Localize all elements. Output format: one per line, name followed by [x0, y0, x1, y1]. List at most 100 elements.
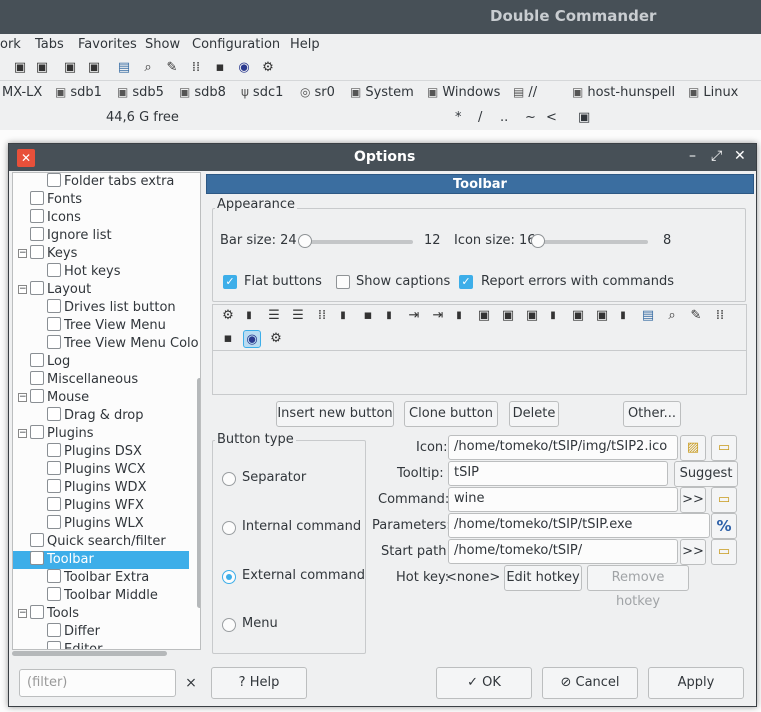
- archive-icon[interactable]: ▣: [569, 307, 587, 325]
- edit-hotkey-button[interactable]: Edit hotkey: [504, 565, 582, 591]
- tree-item[interactable]: Toolbar: [13, 551, 189, 569]
- copy-icon[interactable]: ▪: [359, 307, 377, 325]
- nav-home[interactable]: ~: [525, 110, 536, 125]
- tree-item[interactable]: Fonts: [30, 191, 82, 209]
- radio-menu[interactable]: [222, 618, 236, 632]
- edit-icon[interactable]: ✎: [687, 307, 705, 325]
- archive-icon[interactable]: ▣: [499, 307, 517, 325]
- tree-item[interactable]: Differ: [47, 623, 100, 641]
- tree-item[interactable]: Hot keys: [47, 263, 121, 281]
- gear-icon[interactable]: ⚙: [219, 307, 237, 325]
- tree-expander[interactable]: −: [18, 285, 27, 294]
- tree-item[interactable]: Tools: [30, 605, 79, 623]
- menu-item[interactable]: ork: [0, 37, 21, 52]
- nav-up[interactable]: ..: [500, 110, 508, 125]
- sync-icon[interactable]: ▤: [116, 60, 132, 76]
- drive-button[interactable]: ▣ host-hunspell: [572, 85, 675, 100]
- tree-expander[interactable]: −: [18, 393, 27, 402]
- move-icon[interactable]: ⇥: [405, 307, 423, 325]
- nav-back[interactable]: <: [546, 110, 557, 125]
- drive-button[interactable]: ▣ sdb5: [117, 85, 164, 100]
- open-folder-icon[interactable]: ▭: [711, 539, 737, 565]
- drive-icon[interactable]: ▣: [578, 110, 590, 125]
- tree-item[interactable]: Ignore list: [30, 227, 112, 245]
- separator-icon[interactable]: ▮: [243, 307, 255, 325]
- grid-icon[interactable]: ⁞⁞: [188, 60, 204, 76]
- separator-icon[interactable]: ▮: [337, 307, 349, 325]
- open-folder-icon[interactable]: ▭: [711, 435, 737, 461]
- radio-external-command[interactable]: [222, 570, 236, 584]
- other-button[interactable]: Other...: [623, 401, 681, 427]
- grid-icon[interactable]: ⁞⁞: [711, 307, 729, 325]
- minimize-icon[interactable]: –: [689, 148, 696, 164]
- show-captions-checkbox[interactable]: [336, 275, 350, 289]
- list-icon[interactable]: ☰: [289, 307, 307, 325]
- menu-item[interactable]: Show: [145, 37, 180, 52]
- tree-item[interactable]: Layout: [30, 281, 91, 299]
- drive-button[interactable]: ▤//: [513, 85, 537, 100]
- drive-button[interactable]: ▣ System: [350, 85, 414, 100]
- archive-icon[interactable]: ▣: [523, 307, 541, 325]
- drive-button[interactable]: ◎ sr0: [300, 85, 335, 100]
- drive-button[interactable]: MX-LX: [2, 85, 42, 100]
- close-icon[interactable]: ✕: [734, 148, 746, 164]
- icon-size-slider[interactable]: [538, 240, 648, 244]
- drive-button[interactable]: ψ sdc1: [241, 85, 283, 100]
- open-folder-icon[interactable]: ▭: [711, 487, 737, 513]
- clear-filter-icon[interactable]: ⨯: [180, 669, 202, 697]
- tree-item[interactable]: Plugins WCX: [47, 461, 146, 479]
- edit-icon[interactable]: ✎: [164, 60, 180, 76]
- filter-input[interactable]: (filter): [19, 669, 176, 697]
- nav-root[interactable]: *: [455, 110, 462, 125]
- apply-button[interactable]: Apply: [648, 667, 744, 699]
- tree-item[interactable]: Keys: [30, 245, 77, 263]
- nav-slash[interactable]: /: [478, 110, 482, 125]
- parameters-input[interactable]: /home/tomeko/tSIP/tSIP.exe: [448, 513, 710, 538]
- menu-item[interactable]: Help: [290, 37, 320, 52]
- tree-vscroll[interactable]: [197, 173, 200, 649]
- bar-size-slider[interactable]: [303, 240, 413, 244]
- bar-size-knob[interactable]: [298, 234, 312, 248]
- radio-separator[interactable]: [222, 472, 236, 486]
- ok-button[interactable]: ✓ OK: [436, 667, 532, 699]
- gear-icon[interactable]: ⚙: [260, 60, 276, 76]
- tree-item[interactable]: Mouse: [30, 389, 89, 407]
- archive-icon[interactable]: ▣: [34, 60, 50, 76]
- copy-icon[interactable]: ▪: [212, 60, 228, 76]
- radio-internal-command[interactable]: [222, 521, 236, 535]
- sync-icon[interactable]: ▤: [639, 307, 657, 325]
- menu-item[interactable]: Configuration: [192, 37, 280, 52]
- menu-item[interactable]: Tabs: [35, 37, 64, 52]
- archive-icon[interactable]: ▣: [593, 307, 611, 325]
- drive-button[interactable]: ▣ sdb8: [179, 85, 226, 100]
- copy-icon[interactable]: ▪: [219, 330, 237, 348]
- tree-item[interactable]: Icons: [30, 209, 81, 227]
- tree-item[interactable]: Drag & drop: [47, 407, 144, 425]
- tree-item[interactable]: Toolbar Extra: [47, 569, 149, 587]
- drive-button[interactable]: ▣ Linux: [688, 85, 738, 100]
- list-icon[interactable]: ☰: [265, 307, 283, 325]
- tree-item[interactable]: Folder tabs extra: [47, 173, 174, 191]
- help-button[interactable]: ? Help: [211, 667, 307, 699]
- command-input[interactable]: wine: [448, 487, 678, 512]
- tree-item[interactable]: Drives list button: [47, 299, 176, 317]
- remove-hotkey-button[interactable]: Remove hotkey: [587, 565, 689, 609]
- gear-icon[interactable]: ⚙: [267, 330, 285, 348]
- separator-icon[interactable]: ▮: [617, 307, 629, 325]
- start-path-input[interactable]: /home/tomeko/tSIP/: [448, 539, 678, 564]
- tree-item[interactable]: Editor: [47, 641, 102, 649]
- drive-button[interactable]: ▣ Windows: [427, 85, 500, 100]
- archive-icon[interactable]: ▣: [62, 60, 78, 76]
- tree-expander[interactable]: −: [18, 609, 27, 618]
- clone-button[interactable]: Clone button: [404, 401, 498, 427]
- menu-item[interactable]: Favorites: [78, 37, 137, 52]
- start-path-menu-button[interactable]: >>: [680, 539, 706, 565]
- tree-item[interactable]: Tree View Menu Colo: [47, 335, 199, 353]
- tree-item[interactable]: Toolbar Middle: [47, 587, 158, 605]
- report-errors-checkbox[interactable]: ✓: [459, 275, 473, 289]
- percent-button[interactable]: %: [711, 513, 737, 539]
- drive-button[interactable]: ▣ sdb1: [55, 85, 102, 100]
- icon-path-input[interactable]: /home/tomeko/tSIP/img/tSIP2.ico: [448, 435, 678, 460]
- icon-size-knob[interactable]: [531, 234, 545, 248]
- tree-item[interactable]: Log: [30, 353, 70, 371]
